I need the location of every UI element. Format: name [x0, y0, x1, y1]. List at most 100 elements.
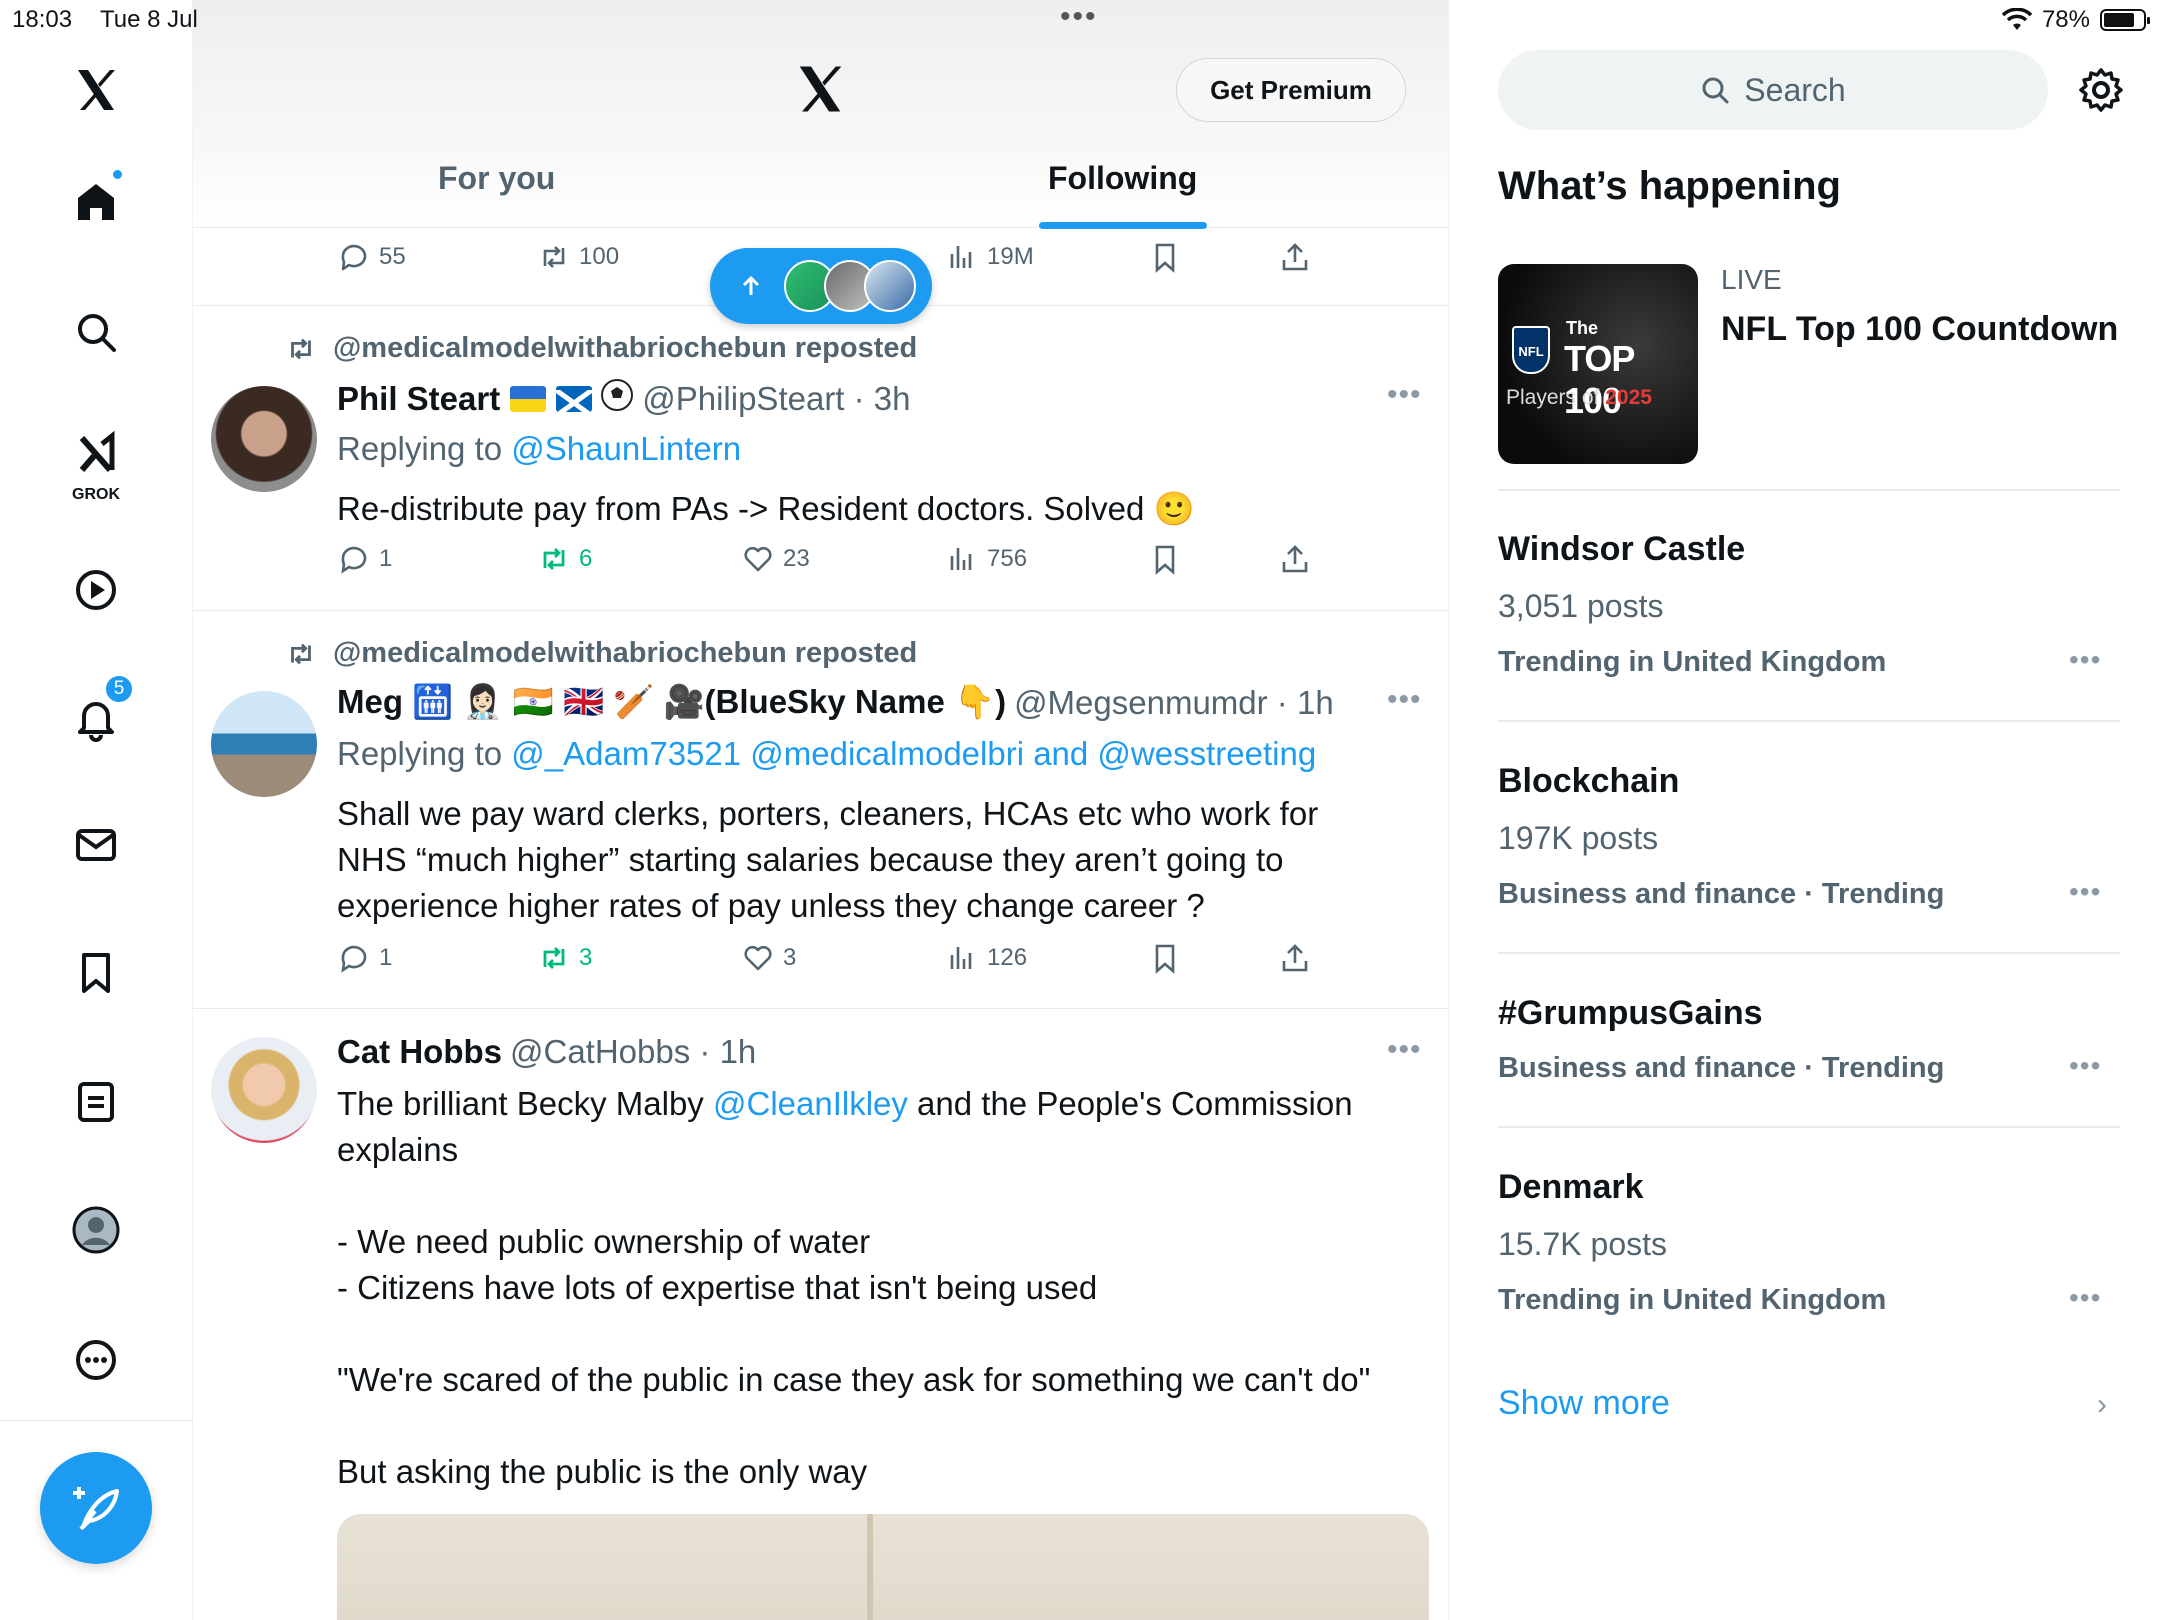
post-text: The brilliant Becky Malby @CleanIlkley a… [337, 1085, 1371, 1490]
views-chart-icon [950, 947, 972, 969]
post-more-options-icon[interactable]: ••• [1387, 378, 1427, 412]
grok-label: GROK [72, 486, 120, 503]
bookmarks-icon[interactable] [66, 943, 126, 1003]
avatar[interactable] [211, 1037, 317, 1143]
like-button[interactable]: 3 [741, 941, 796, 975]
status-bar: 18:03 Tue 8 Jul ••• 78% [0, 0, 2160, 40]
live-event-thumbnail[interactable]: NFL The TOP 100 Players of 2025 [1498, 264, 1698, 464]
chevron-right-icon: › [2097, 1388, 2107, 1421]
post-actions: 1 6 23 756 [193, 542, 1448, 592]
trend-title[interactable]: Windsor Castle [1498, 530, 1745, 569]
repost-attribution: @medicalmodelwithabriochebun reposted [333, 332, 918, 364]
post-text: Re-distribute pay from PAs -> Resident d… [337, 490, 1195, 527]
search-icon[interactable] [66, 302, 126, 362]
reply-to-link[interactable]: @_Adam73521 @medicalmodelbri and @wesstr… [511, 735, 1316, 772]
search-input[interactable]: Search [1498, 50, 2048, 130]
trend-title[interactable]: #GrumpusGains [1498, 994, 1763, 1033]
author-name[interactable]: Phil Steart [337, 380, 500, 418]
trend-more-options-icon[interactable]: ••• [2069, 876, 2101, 908]
share-button[interactable] [1278, 941, 1312, 975]
post-media-image[interactable] [337, 1514, 1429, 1620]
author-name[interactable]: Cat Hobbs [337, 1033, 502, 1071]
author-handle-time: @Megsenmumdr · 1h [1014, 683, 1334, 721]
lists-icon[interactable] [66, 1072, 126, 1132]
arrow-up-icon [742, 275, 760, 295]
compose-feather-icon [73, 1487, 119, 1531]
grok-icon[interactable]: GROK [66, 424, 126, 503]
trend-post-count: 15.7K posts [1498, 1226, 1667, 1262]
repost-button[interactable]: 100 [537, 240, 619, 274]
profile-avatar-icon[interactable] [66, 1200, 126, 1260]
trend-post-count: 197K posts [1498, 820, 1659, 856]
timeline-column: Get Premium For you Following 55 100 19M [193, 0, 1449, 1620]
trend-category: Trending in United Kingdom [1498, 646, 1887, 678]
repost-button[interactable]: 6 [537, 542, 592, 576]
share-button[interactable] [1278, 240, 1312, 274]
trend-title[interactable]: Blockchain [1498, 762, 1679, 801]
repost-button[interactable]: 3 [537, 941, 592, 975]
nfl-shield-logo: NFL [1512, 326, 1550, 374]
get-premium-button[interactable]: Get Premium [1176, 58, 1406, 122]
post-more-options-icon[interactable]: ••• [1387, 683, 1427, 717]
author-name[interactable]: Meg 🛗 👩🏻‍⚕️ 🇮🇳 🇬🇧 🏏 🎥(BlueSky Name 👇) [337, 683, 1006, 722]
right-sidebar: Search What’s happening NFL The TOP 100 … [1449, 0, 2160, 1620]
live-label: LIVE [1721, 264, 1782, 295]
settings-gear-icon[interactable] [2077, 66, 2125, 114]
avatar[interactable] [211, 386, 317, 492]
battery-icon [2100, 9, 2150, 31]
views-button[interactable]: 19M [945, 240, 1034, 274]
multitasking-dots-icon[interactable]: ••• [1060, 0, 1098, 34]
trend-more-options-icon[interactable]: ••• [2069, 1282, 2101, 1314]
reply-button[interactable]: 1 [337, 542, 392, 576]
status-date: Tue 8 Jul [100, 6, 198, 33]
repost-icon [291, 338, 311, 359]
views-button[interactable]: 126 [945, 941, 1027, 975]
reply-button[interactable]: 55 [337, 240, 406, 274]
trend-more-options-icon[interactable]: ••• [2069, 1050, 2101, 1082]
avatar[interactable] [211, 691, 317, 797]
bookmark-button[interactable] [1148, 240, 1182, 274]
football-icon [600, 378, 634, 420]
new-posts-pill[interactable] [710, 248, 932, 324]
trend-category: Business and finance · Trending [1498, 1052, 1945, 1084]
like-button[interactable]: 23 [741, 542, 810, 576]
live-event-title[interactable]: NFL Top 100 Countdown [1721, 310, 2118, 349]
video-play-icon[interactable] [66, 560, 126, 620]
x-logo-icon[interactable] [66, 60, 126, 120]
mention-link[interactable]: @CleanIlkley [713, 1085, 908, 1122]
whats-happening-title: What’s happening [1498, 164, 1841, 208]
reply-icon [341, 945, 367, 973]
show-more-link[interactable]: Show more [1498, 1384, 1670, 1423]
reply-icon [341, 244, 367, 271]
trend-title[interactable]: Denmark [1498, 1168, 1644, 1207]
active-tab-indicator [1039, 222, 1207, 229]
bookmark-button[interactable] [1148, 542, 1182, 576]
repost-icon [543, 947, 565, 969]
notifications-bell-icon[interactable]: 5 [66, 674, 134, 748]
share-button[interactable] [1278, 542, 1312, 576]
replying-to-label: Replying to [337, 430, 503, 467]
scotland-flag-icon [556, 386, 593, 412]
post-text: Shall we pay ward clerks, porters, clean… [337, 795, 1319, 924]
bookmark-icon [1155, 545, 1175, 575]
search-icon [1702, 77, 1729, 104]
views-chart-icon [950, 246, 972, 268]
trend-more-options-icon[interactable]: ••• [2069, 644, 2101, 676]
heart-icon [744, 546, 772, 572]
search-placeholder: Search [1744, 71, 1846, 108]
compose-post-button[interactable] [40, 1452, 152, 1564]
tab-following[interactable]: Following [1048, 160, 1197, 197]
trend-post-count: 3,051 posts [1498, 588, 1664, 624]
heart-icon [744, 945, 772, 971]
more-options-icon[interactable] [66, 1330, 126, 1390]
reply-button[interactable]: 1 [337, 941, 392, 975]
views-button[interactable]: 756 [945, 542, 1027, 576]
x-logo-icon[interactable] [793, 62, 847, 116]
bookmark-button[interactable] [1148, 941, 1182, 975]
tab-for-you[interactable]: For you [438, 160, 555, 197]
reply-to-link[interactable]: @ShaunLintern [511, 430, 741, 467]
home-icon[interactable] [66, 168, 126, 232]
pill-avatar [864, 260, 916, 312]
messages-envelope-icon[interactable] [66, 815, 126, 875]
post-more-options-icon[interactable]: ••• [1387, 1033, 1427, 1067]
